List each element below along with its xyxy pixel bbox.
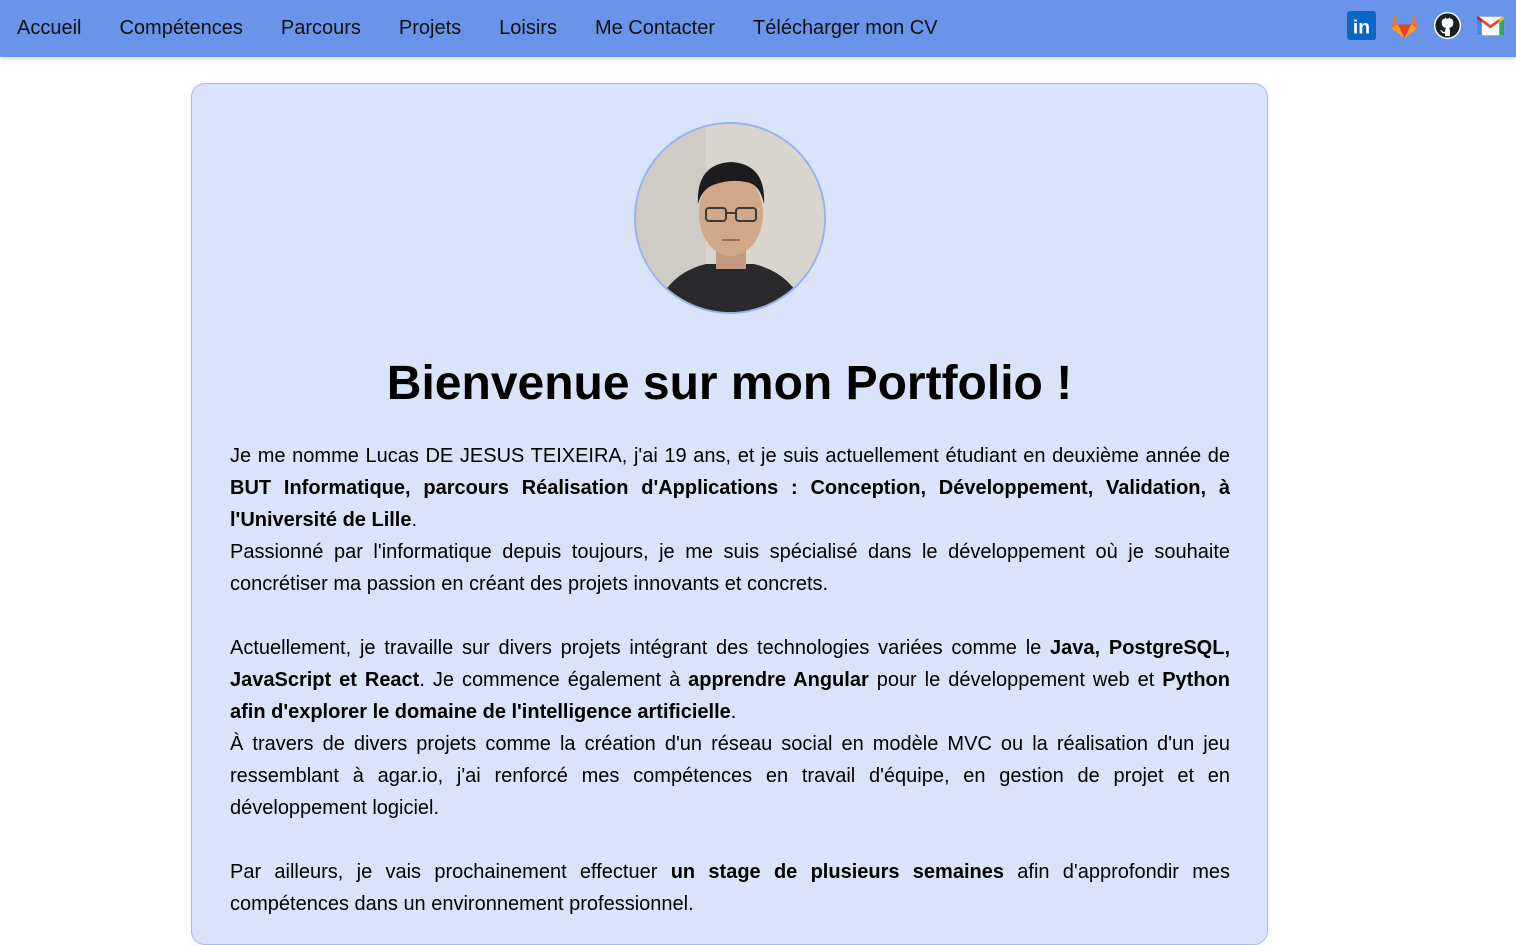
linkedin-icon[interactable]: in xyxy=(1346,10,1377,41)
intro-paragraph-4: À travers de divers projets comme la cré… xyxy=(230,733,1230,819)
nav-link-parcours[interactable]: Parcours xyxy=(281,0,361,57)
intro-paragraph-1: Je me nomme Lucas DE JESUS TEIXEIRA, j'a… xyxy=(230,440,1230,536)
intro-text: Je me nomme Lucas DE JESUS TEIXEIRA, j'a… xyxy=(230,440,1230,920)
nav-link-contact[interactable]: Me Contacter xyxy=(595,0,715,57)
nav-link-accueil[interactable]: Accueil xyxy=(17,0,81,57)
intro-text-span: Je me nomme Lucas DE JESUS TEIXEIRA, j'a… xyxy=(230,445,1230,467)
intro-text-span: Actuellement, je travaille sur divers pr… xyxy=(230,637,1051,659)
nav-link-competences[interactable]: Compétences xyxy=(119,0,242,57)
nav-link-download-cv[interactable]: Télécharger mon CV xyxy=(753,0,938,57)
intro-text-span: Par ailleurs, je vais prochainement effe… xyxy=(230,861,671,883)
intro-text-span: . Je commence également à xyxy=(419,669,689,691)
intro-paragraph-2: Passionné par l'informatique depuis touj… xyxy=(230,541,1230,595)
intro-bold-span: apprendre Angular xyxy=(688,669,869,691)
nav-link-projets[interactable]: Projets xyxy=(399,0,461,57)
nav-links: Accueil Compétences Parcours Projets Loi… xyxy=(0,0,976,57)
gmail-icon[interactable] xyxy=(1475,10,1506,41)
intro-paragraph-5: Par ailleurs, je vais prochainement effe… xyxy=(230,856,1230,920)
gitlab-icon[interactable] xyxy=(1389,10,1420,41)
page-title: Bienvenue sur mon Portfolio ! xyxy=(386,357,1073,410)
intro-bold-span: un stage de plusieurs semaines xyxy=(670,861,1004,883)
intro-text-span: . xyxy=(411,509,418,531)
profile-photo-image xyxy=(636,124,824,312)
svg-text:in: in xyxy=(1353,16,1370,38)
social-links: in xyxy=(1346,10,1506,41)
intro-text-span: . xyxy=(730,701,737,723)
top-navbar: Accueil Compétences Parcours Projets Loi… xyxy=(0,0,1516,57)
hero-card: Bienvenue sur mon Portfolio ! Je me nomm… xyxy=(191,83,1268,945)
intro-bold-span: BUT Informatique, parcours Réalisation d… xyxy=(230,477,1230,531)
nav-link-loisirs[interactable]: Loisirs xyxy=(499,0,557,57)
github-icon[interactable] xyxy=(1432,10,1463,41)
intro-paragraph-3: Actuellement, je travaille sur divers pr… xyxy=(230,632,1230,728)
intro-text-span: pour le développement web et xyxy=(868,669,1163,691)
profile-photo xyxy=(634,122,826,314)
